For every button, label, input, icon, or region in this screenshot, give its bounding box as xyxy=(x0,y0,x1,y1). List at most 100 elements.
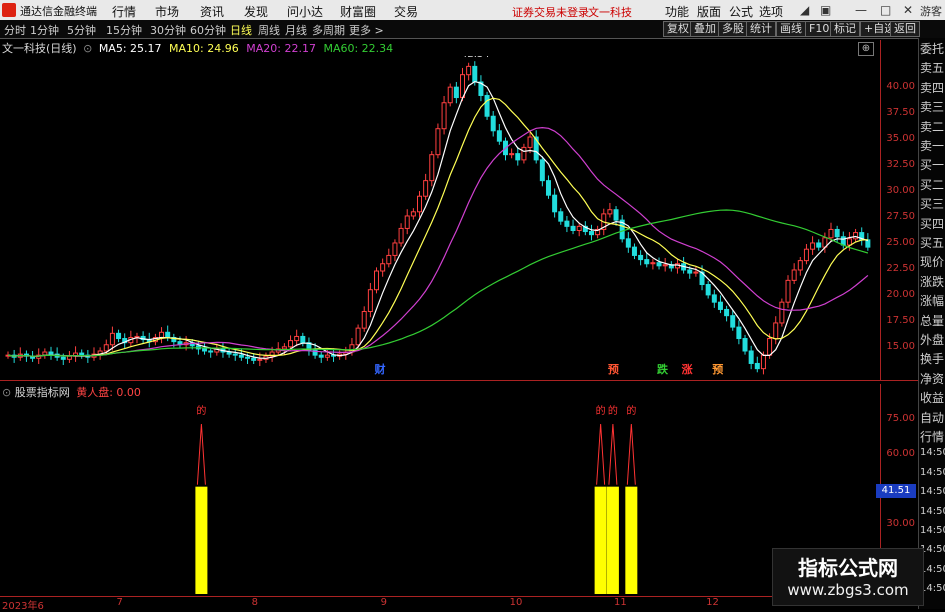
panel-divider[interactable] xyxy=(0,380,918,381)
candle xyxy=(791,263,797,284)
zoom-icon[interactable]: ⊕ xyxy=(858,42,874,56)
tool-fuquan[interactable]: 复权 xyxy=(663,21,693,37)
candle xyxy=(66,350,72,363)
menu-gongshi[interactable]: 公式 xyxy=(729,3,753,20)
event-tag[interactable]: 财 xyxy=(374,362,386,376)
sidebar-label[interactable]: 买一 xyxy=(920,156,945,173)
menu-wenxiaoda[interactable]: 问小达 xyxy=(287,3,323,20)
login-status[interactable]: 证券交易未登录 xyxy=(512,4,589,20)
tool-biaoji[interactable]: 标记 xyxy=(830,21,860,37)
candle xyxy=(79,349,85,359)
candle xyxy=(386,248,392,268)
candle xyxy=(668,261,674,272)
candle xyxy=(73,346,79,362)
tool-duogu[interactable]: 多股 xyxy=(718,21,748,37)
watermark-url: www.zbgs3.com xyxy=(787,581,909,599)
candle xyxy=(730,310,736,331)
sidebar-label[interactable]: 卖五 xyxy=(920,59,945,76)
sidebar-label[interactable]: 行情 xyxy=(920,428,945,445)
sidebar-label[interactable]: 委托 xyxy=(920,40,945,57)
sidebar-label[interactable]: 总量 xyxy=(920,312,945,329)
indicator-chart[interactable]: 的的的的 xyxy=(0,384,878,594)
sidebar-label[interactable]: 买二 xyxy=(920,176,945,193)
sidebar-label[interactable]: 卖三 xyxy=(920,98,945,115)
candle xyxy=(54,347,60,361)
candle xyxy=(441,95,447,135)
maximize-icon[interactable]: □ xyxy=(880,3,891,17)
menu-shichang[interactable]: 市场 xyxy=(155,3,179,20)
quote-sidebar[interactable]: 委托卖五卖四卖三卖二卖一买一买二买三买四买五现价涨跌涨幅总量外盘换手净资收益自动… xyxy=(918,38,945,609)
event-tag[interactable]: 跌 xyxy=(657,362,669,376)
sidebar-label[interactable]: 买五 xyxy=(920,234,945,251)
menu-hangqing[interactable]: 行情 xyxy=(112,3,136,20)
sidebar-label[interactable]: 涨幅 xyxy=(920,292,945,309)
kline-chart[interactable]: ←42.34 ←12.11 财 预 跌涨 预 xyxy=(0,56,878,378)
candle xyxy=(853,228,859,243)
signal-bar: 的 xyxy=(606,404,619,594)
sidebar-label[interactable]: 买三 xyxy=(920,195,945,212)
y-tick-label: 27.50 xyxy=(886,211,915,222)
menu-caifuquan[interactable]: 财富圈 xyxy=(340,3,376,20)
tool-diejia[interactable]: 叠加 xyxy=(690,21,720,37)
sidebar-label[interactable]: 卖二 xyxy=(920,118,945,135)
sidebar-label[interactable]: 换手 xyxy=(920,350,945,367)
candle xyxy=(785,275,791,308)
period-multi[interactable]: 多周期 xyxy=(312,22,345,38)
period-monthly[interactable]: 月线 xyxy=(285,22,307,38)
skin-icon[interactable]: ◢ xyxy=(800,3,809,17)
close-icon[interactable]: ✕ xyxy=(903,3,913,17)
tool-fanhui[interactable]: 返回 xyxy=(890,21,920,37)
sidebar-label[interactable]: 收益 xyxy=(920,389,945,406)
period-5min[interactable]: 5分钟 xyxy=(67,22,96,38)
candle xyxy=(398,223,404,247)
period-fenshi[interactable]: 分时 xyxy=(4,22,26,38)
candle xyxy=(533,130,539,164)
event-tag[interactable]: 预 xyxy=(712,362,723,376)
sidebar-label[interactable]: 14:50 xyxy=(920,467,945,478)
sidebar-label[interactable]: 现价 xyxy=(920,253,945,270)
candle xyxy=(711,289,717,308)
period-weekly[interactable]: 周线 xyxy=(258,22,280,38)
period-more[interactable]: 更多 > xyxy=(349,22,384,38)
tool-tongji[interactable]: 统计 xyxy=(746,21,776,37)
sidebar-label[interactable]: 卖四 xyxy=(920,79,945,96)
menu-banmian[interactable]: 版面 xyxy=(697,3,721,20)
menu-jiaoyi[interactable]: 交易 xyxy=(394,3,418,20)
candle xyxy=(588,224,594,241)
candle xyxy=(607,202,613,218)
period-1min[interactable]: 1分钟 xyxy=(30,22,59,38)
app-logo-icon xyxy=(2,3,16,17)
candle xyxy=(367,282,373,318)
period-daily[interactable]: 日线 xyxy=(230,22,252,38)
sidebar-label[interactable]: 买四 xyxy=(920,215,945,232)
sidebar-label[interactable]: 14:50 xyxy=(920,447,945,458)
sidebar-label[interactable]: 净资 xyxy=(920,370,945,387)
sidebar-label[interactable]: 14:50 xyxy=(920,506,945,517)
signal-bar: 的 xyxy=(594,404,607,594)
period-15min[interactable]: 15分钟 xyxy=(106,22,142,38)
tool-huaxian[interactable]: 画线 xyxy=(776,21,806,37)
sidebar-label[interactable]: 自动 xyxy=(920,409,945,426)
menu-gongneng[interactable]: 功能 xyxy=(665,3,689,20)
sidebar-label[interactable]: 14:50 xyxy=(920,525,945,536)
period-30min[interactable]: 30分钟 xyxy=(150,22,186,38)
minimize-icon[interactable]: — xyxy=(855,3,867,17)
sidebar-label[interactable]: 14:50 xyxy=(920,486,945,497)
sidebar-label[interactable]: 涨跌 xyxy=(920,273,945,290)
restore-icon[interactable]: ▣ xyxy=(820,3,831,17)
sidebar-label[interactable]: 卖一 xyxy=(920,137,945,154)
menu-xuanxiang[interactable]: 选项 xyxy=(759,3,783,20)
event-tag[interactable]: 涨 xyxy=(682,362,693,376)
candle xyxy=(116,329,122,343)
event-tag[interactable]: 预 xyxy=(608,362,619,376)
candle xyxy=(447,83,453,107)
menu-faxian[interactable]: 发现 xyxy=(244,3,268,20)
settings-gear-icon[interactable]: ⊙ xyxy=(83,42,92,55)
stock-link[interactable]: 文一科技 xyxy=(588,4,632,20)
menu-zixun[interactable]: 资讯 xyxy=(200,3,224,20)
menu-bar: 通达信金融终端 行情 市场 资讯 发现 问小达 财富圈 交易 证券交易未登录 文… xyxy=(0,0,945,20)
sidebar-label[interactable]: 外盘 xyxy=(920,331,945,348)
x-tick-label: 10 xyxy=(509,597,523,608)
period-60min[interactable]: 60分钟 xyxy=(190,22,226,38)
ma20-label: MA20: 22.17 xyxy=(246,42,316,55)
